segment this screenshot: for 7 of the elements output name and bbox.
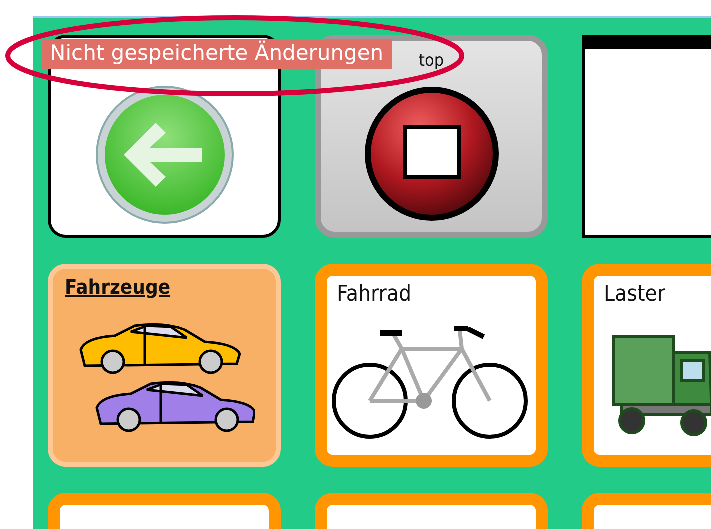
folder-tile[interactable]: Fahrzeuge <box>48 264 281 467</box>
word-tile[interactable]: Fahrrad <box>315 264 548 467</box>
tile-label: Fahrzeuge <box>64 274 172 301</box>
tile-label: Fahrrad <box>336 281 413 309</box>
word-tile[interactable]: Laster <box>582 264 711 467</box>
unsaved-changes-toast: Nicht gespeicherte Änderungen <box>42 39 392 69</box>
tile-label: Laster <box>603 281 667 309</box>
